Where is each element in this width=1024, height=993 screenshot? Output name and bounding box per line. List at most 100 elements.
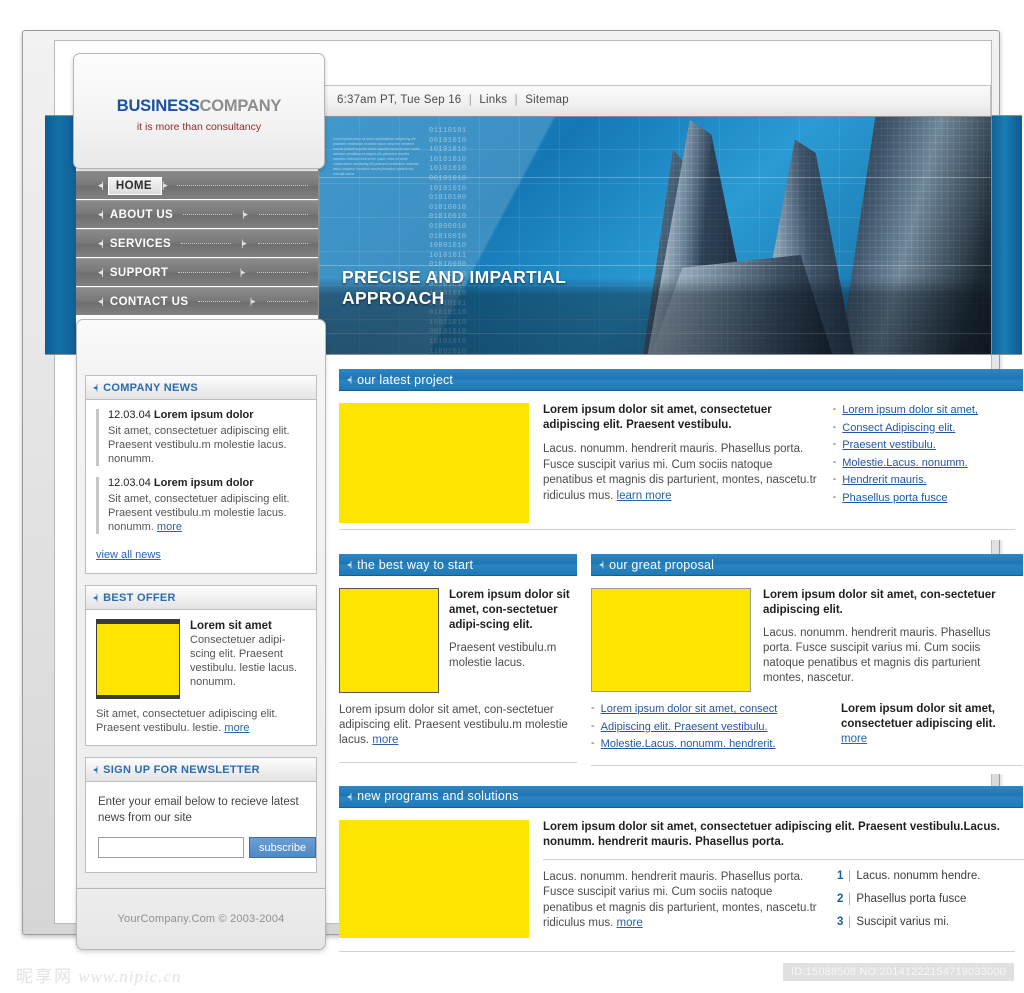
sidebar-body: ◂| COMPANY NEWS 12.03.04 Lorem ipsum dol… xyxy=(76,375,326,888)
list-item: - Molestie.Lacus. nonumm. hendrerit. xyxy=(591,737,827,751)
best-way-thumbnail xyxy=(339,588,439,693)
list-text-2: Phasellus porta fusce xyxy=(856,892,967,905)
list-item: - Lorem ipsum dolor sit amet, xyxy=(833,403,1015,417)
copyright-text: YourCompany.Com © 2003-2004 xyxy=(117,913,285,925)
list-item: - Phasellus porta fusce xyxy=(833,491,1015,505)
great-proposal-paragraph: Lacus. nonumm. hendrerit mauris. Phasell… xyxy=(763,627,991,684)
mid-panels-row: ◂| the best way to start Lorem ipsum dol… xyxy=(339,554,1023,774)
bullet-arrow-icon: ◂| xyxy=(347,560,352,569)
latest-project-header: ◂| our latest project xyxy=(339,369,1023,391)
newsletter-email-input[interactable] xyxy=(98,837,244,858)
sidebar-section-newsletter: ◂| SIGN UP FOR NEWSLETTER Enter your ema… xyxy=(85,757,317,873)
new-programs-right-column: Lorem ipsum dolor sit amet, consectetuer… xyxy=(543,820,1024,939)
sidebar-footer: YourCompany.Com © 2003-2004 xyxy=(76,888,326,950)
nav-dotted-rule-about xyxy=(183,214,233,215)
subscribe-button[interactable]: subscribe xyxy=(249,837,317,858)
list-text-1: Lacus. nonumm hendre. xyxy=(856,869,981,882)
topbar-datetime: 6:37am PT, Tue Sep 16 xyxy=(337,94,462,106)
best-way-row: Lorem ipsum dolor sit amet, con-sectetue… xyxy=(339,588,577,693)
nav-item-contact-us[interactable]: ◂| CONTACT US |▸ xyxy=(76,287,318,315)
best-way-title: the best way to start xyxy=(357,557,474,572)
newsletter-form: subscribe xyxy=(98,837,317,858)
watermark-url: www.nipic.cn xyxy=(78,967,182,986)
nav-label-home: HOME xyxy=(107,176,162,195)
site-logo: BUSINESSCOMPANY xyxy=(74,97,324,116)
list-dash-icon: - xyxy=(832,438,837,450)
banner-rule-2 xyxy=(319,265,991,266)
banner-headline: PRECISE AND IMPARTIAL APPROACH xyxy=(342,267,566,309)
banner-microtext: Lorem ipsum dolor sit amet consectetuer … xyxy=(333,137,420,176)
nav-item-services[interactable]: ◂| SERVICES |▸ xyxy=(76,229,318,257)
view-all-news-link[interactable]: view all news xyxy=(96,549,161,561)
section-our-latest-project: ◂| our latest project Lorem ipsum dolor … xyxy=(339,369,1023,540)
list-dash-icon: - xyxy=(591,737,595,749)
project-link-3[interactable]: Praesent vestibulu. xyxy=(842,438,936,452)
great-proposal-bottom-row: - Lorem ipsum dolor sit amet, consect - Ad… xyxy=(591,702,1023,755)
project-link-4[interactable]: Molestie.Lacus. nonumm. xyxy=(842,456,967,470)
proposal-link-2[interactable]: Adipiscing elit. Praesent vestibulu. xyxy=(601,720,768,734)
newsletter-header: ◂| SIGN UP FOR NEWSLETTER xyxy=(85,757,317,782)
nav-dotted-rule-support xyxy=(178,272,230,273)
great-proposal-side-text: Lorem ipsum dolor sit amet, consectetuer… xyxy=(841,702,1019,755)
latest-project-title: our latest project xyxy=(357,372,454,387)
best-offer-header: ◂| BEST OFFER xyxy=(85,585,317,610)
divider xyxy=(591,764,1023,766)
newsletter-panel: Enter your email below to recieve latest… xyxy=(85,782,317,873)
new-programs-numbered-list: 1 Lacus. nonumm hendre. 2 Phasellus porta … xyxy=(837,869,1024,939)
logo-card[interactable]: BUSINESSCOMPANY it is more than consulta… xyxy=(73,53,325,169)
list-item: - Praesent vestibulu. xyxy=(833,438,1015,452)
new-programs-title: new programs and solutions xyxy=(357,789,519,803)
news-more-link[interactable]: more xyxy=(157,521,182,533)
project-link-1[interactable]: Lorem ipsum dolor sit amet, xyxy=(842,403,978,417)
nav-dotted-rule-home xyxy=(176,185,308,186)
great-proposal-links: - Lorem ipsum dolor sit amet, consect - Ad… xyxy=(591,702,827,755)
best-way-more-link[interactable]: more xyxy=(372,734,398,746)
proposal-link-3[interactable]: Molestie.Lacus. nonumm. hendrerit. xyxy=(601,737,776,751)
list-dash-icon: - xyxy=(832,420,837,433)
list-dash-icon: - xyxy=(832,473,837,485)
sidebar-section-company-news: ◂| COMPANY NEWS 12.03.04 Lorem ipsum dol… xyxy=(85,375,317,574)
list-text-3: Suscipit varius mi. xyxy=(856,915,950,928)
nav-item-support[interactable]: ◂| SUPPORT |▸ xyxy=(76,258,318,286)
new-programs-paragraph: Lacus. nonumm. hendrerit mauris. Phasell… xyxy=(543,870,821,939)
company-news-title: COMPANY NEWS xyxy=(103,381,198,394)
great-proposal-title: our great proposal xyxy=(609,557,715,572)
nav-item-home[interactable]: ◂| HOME |▸ xyxy=(76,171,318,199)
bullet-arrow-icon: ◂| xyxy=(93,765,98,774)
list-dash-icon: - xyxy=(832,490,837,503)
sidebar-section-best-offer: ◂| BEST OFFER Lorem sit amet Consectetue… xyxy=(85,585,317,746)
great-proposal-row: Lorem ipsum dolor sit amet, con-sectetue… xyxy=(591,588,1023,692)
list-dash-icon: - xyxy=(832,455,837,468)
latest-project-body: Lorem ipsum dolor sit amet, consectetuer… xyxy=(339,391,1023,540)
great-proposal-thumbnail xyxy=(591,588,751,692)
project-link-5[interactable]: Hendrerit mauris. xyxy=(842,473,926,487)
topbar-sitemap-link[interactable]: Sitemap xyxy=(525,94,569,106)
new-programs-more-link[interactable]: more xyxy=(617,917,643,929)
right-blue-stripe xyxy=(991,115,1022,355)
topbar-links-link[interactable]: Links xyxy=(479,94,507,106)
list-item: 3 Suscipit varius mi. xyxy=(837,915,1024,928)
best-offer-text: Lorem sit amet Consectetuer adipi-scing … xyxy=(190,619,306,699)
section-new-programs-and-solutions: ◂| new programs and solutions Lorem ipsu… xyxy=(339,785,1024,962)
news-item-body: Sit amet, consectetuer adipiscing elit. … xyxy=(108,492,306,534)
nav-tick-icon-services: |▸ xyxy=(241,238,247,248)
proposal-link-1[interactable]: Lorem ipsum dolor sit amet, consect xyxy=(601,702,778,716)
bullet-arrow-icon: ◂| xyxy=(98,180,104,190)
nav-dotted-rule-support-2 xyxy=(256,272,308,273)
nav-item-about-us[interactable]: ◂| ABOUT US |▸ xyxy=(76,200,318,228)
new-programs-image xyxy=(339,819,529,938)
great-proposal-side-text-content: Lorem ipsum dolor sit amet, consectetuer… xyxy=(841,703,996,730)
project-link-2[interactable]: Consect Adipiscing elit. xyxy=(842,421,955,435)
best-offer-more-link[interactable]: more xyxy=(224,722,249,734)
divider xyxy=(339,950,1015,952)
bullet-arrow-icon: ◂| xyxy=(93,593,98,602)
main-content: ◂| our latest project Lorem ipsum dolor … xyxy=(339,369,1024,962)
great-proposal-more-link[interactable]: more xyxy=(841,733,867,745)
great-proposal-body: Lorem ipsum dolor sit amet, con-sectetue… xyxy=(591,576,1023,774)
latest-project-links: - Lorem ipsum dolor sit amet, - Consect Ad… xyxy=(833,403,1015,523)
project-link-6[interactable]: Phasellus porta fusce xyxy=(842,491,947,505)
learn-more-link[interactable]: learn more xyxy=(617,490,672,502)
nav-tick-icon-support: |▸ xyxy=(239,267,246,277)
list-item: - Lorem ipsum dolor sit amet, consect xyxy=(591,702,827,716)
bullet-arrow-icon: ◂| xyxy=(599,560,604,569)
